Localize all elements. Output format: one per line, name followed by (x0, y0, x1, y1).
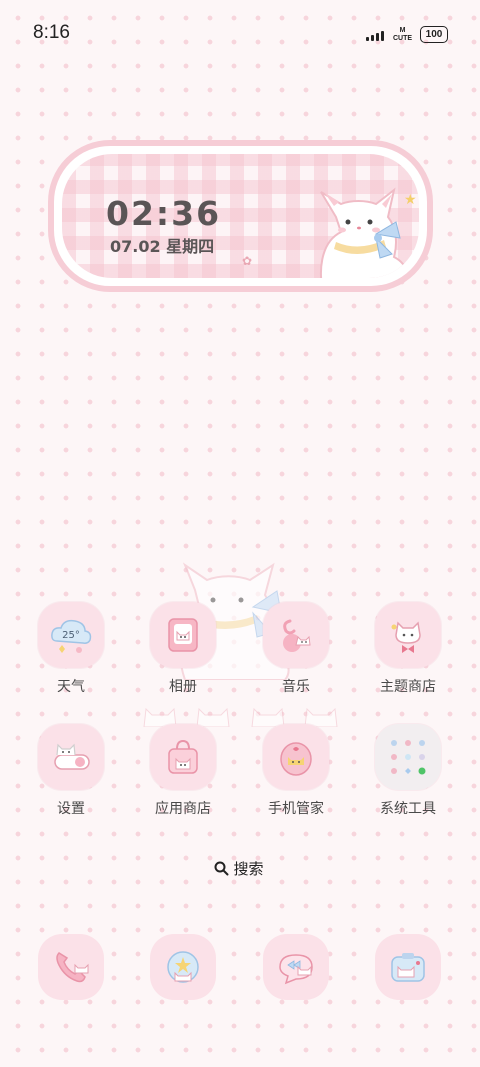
cat-illustration-icon (320, 187, 411, 278)
app-label: 系统工具 (380, 801, 436, 817)
app-label: 设置 (57, 801, 85, 817)
browser-icon (167, 951, 199, 983)
folder-system-tools[interactable]: 系统工具 (358, 724, 458, 818)
app-label: 主题商店 (380, 679, 436, 695)
app-label: 手机管家 (268, 801, 324, 817)
phone-icon (56, 952, 89, 983)
camera-icon (391, 953, 425, 982)
battery-icon: 100 (420, 26, 448, 43)
system-tools-folder-icon (375, 724, 441, 790)
theme-store-icon (375, 602, 441, 668)
dock-camera[interactable] (375, 934, 441, 1000)
weather-temp: 25° (62, 630, 80, 641)
flower-icon: ✿ (242, 254, 253, 268)
weather-icon: 25° (38, 602, 104, 668)
app-gallery[interactable]: 相册 (133, 602, 233, 696)
app-label: 音乐 (282, 679, 310, 695)
app-label: 相册 (169, 679, 197, 695)
dock-browser[interactable] (150, 934, 216, 1000)
music-icon (263, 602, 329, 668)
app-theme-store[interactable]: 主题商店 (358, 602, 458, 696)
app-weather[interactable]: 25° 天气 (21, 602, 121, 696)
app-music[interactable]: 音乐 (246, 602, 346, 696)
gingham-background: 02:36 07.02 星期四 ✿ ★ (62, 154, 419, 278)
carrier-line-2: CUTE (393, 35, 413, 42)
clock-time: 02:36 (106, 194, 222, 233)
carrier-line-1: M (399, 27, 406, 34)
status-time: 8:16 (33, 22, 70, 43)
search-icon (214, 861, 229, 875)
settings-icon (38, 724, 104, 790)
messages-icon (279, 954, 313, 985)
app-label: 天气 (57, 679, 85, 695)
search-button[interactable]: 搜索 (200, 852, 278, 884)
app-phone-manager[interactable]: 手机管家 (246, 724, 346, 818)
search-label: 搜索 (233, 859, 264, 878)
app-store[interactable]: 应用商店 (133, 724, 233, 818)
clock-widget[interactable]: 02:36 07.02 星期四 ✿ ★ (48, 140, 433, 292)
phone-manager-icon (263, 724, 329, 790)
app-label: 应用商店 (155, 801, 211, 817)
clock-date: 07.02 星期四 (110, 237, 215, 256)
dock-phone[interactable] (38, 934, 104, 1000)
gallery-icon (150, 602, 216, 668)
carrier-label: M CUTE (393, 27, 412, 43)
dock-messages[interactable] (263, 934, 329, 1000)
signal-icon (366, 31, 384, 41)
app-settings[interactable]: 设置 (21, 724, 121, 818)
app-store-icon (150, 724, 216, 790)
status-bar: 8:16 M CUTE 100 (0, 0, 480, 64)
